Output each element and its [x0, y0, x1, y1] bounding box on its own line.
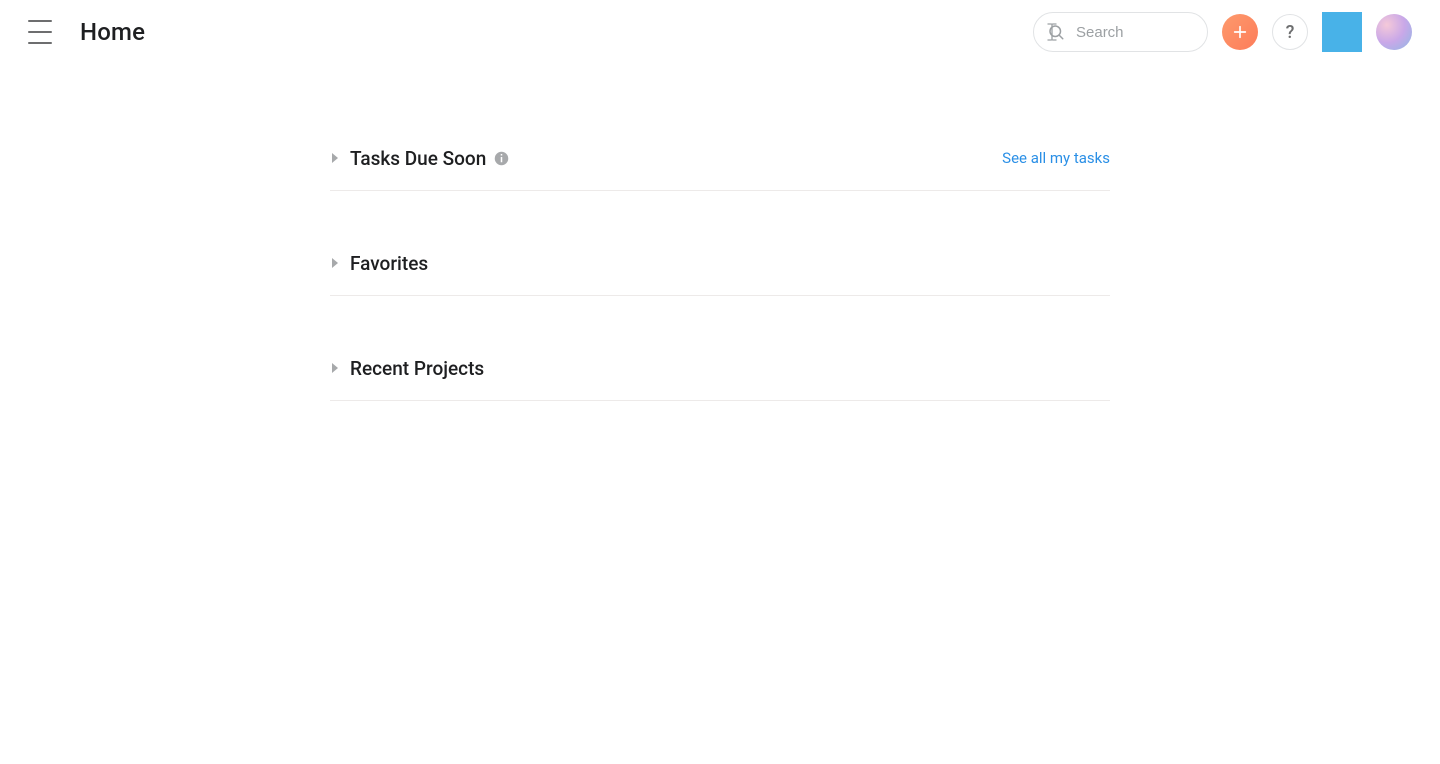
plus-icon [1232, 24, 1248, 40]
section-header: Favorites [330, 249, 1110, 277]
hamburger-icon [28, 20, 52, 22]
section-title: Tasks Due Soon [350, 147, 486, 170]
help-button[interactable]: ? [1272, 14, 1308, 50]
add-button[interactable] [1222, 14, 1258, 50]
section-title: Favorites [350, 252, 428, 275]
page-title: Home [80, 18, 145, 46]
profile-avatar[interactable] [1376, 14, 1412, 50]
home-content: Tasks Due Soon See all my tasks Favorite… [330, 144, 1110, 401]
caret-right-icon[interactable] [330, 258, 340, 268]
section-recent-projects: Recent Projects [330, 354, 1110, 401]
search-container [1033, 12, 1208, 52]
caret-right-icon[interactable] [330, 153, 340, 163]
top-bar: Home ? [0, 0, 1440, 64]
caret-right-icon[interactable] [330, 363, 340, 373]
section-tasks-due-soon: Tasks Due Soon See all my tasks [330, 144, 1110, 191]
hamburger-icon [28, 42, 52, 44]
info-icon[interactable] [494, 151, 509, 166]
search-icon [1047, 23, 1065, 41]
hamburger-icon [28, 31, 52, 33]
menu-toggle-button[interactable] [28, 20, 52, 44]
section-title: Recent Projects [350, 357, 484, 380]
section-header: Recent Projects [330, 354, 1110, 382]
question-mark-icon: ? [1286, 22, 1295, 43]
see-all-tasks-link[interactable]: See all my tasks [1002, 149, 1110, 167]
upgrade-square[interactable] [1322, 12, 1362, 52]
section-favorites: Favorites [330, 249, 1110, 296]
section-header: Tasks Due Soon See all my tasks [330, 144, 1110, 172]
